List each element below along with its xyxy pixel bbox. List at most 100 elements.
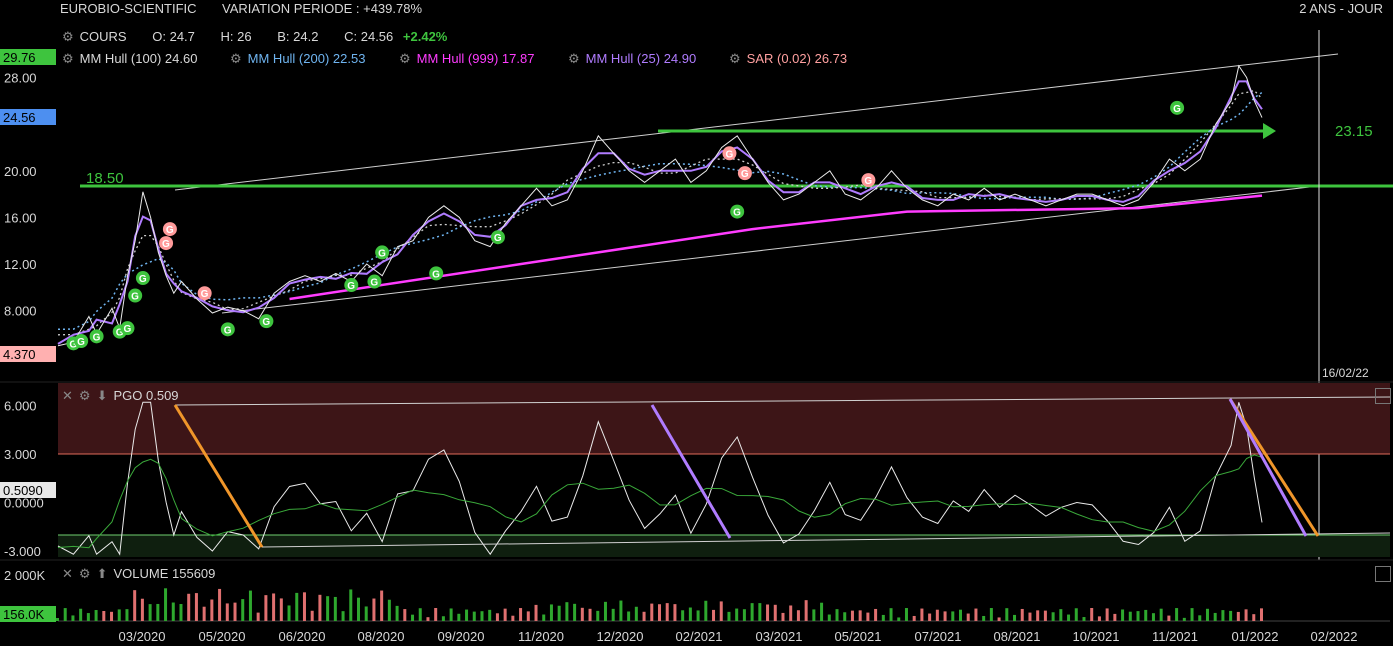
gear-icon[interactable]: ⚙ <box>62 51 74 66</box>
gear-icon[interactable]: ⚙ <box>729 51 741 66</box>
legend-name: SAR (0.02) <box>746 51 811 66</box>
volume-bar <box>441 616 445 621</box>
volume-bar <box>719 601 723 621</box>
gear-icon[interactable]: ⚙ <box>399 51 411 66</box>
legend-value: 26.73 <box>814 51 848 66</box>
volume-bar <box>580 607 584 621</box>
volume-bar <box>1013 614 1017 621</box>
x-tick-label: 05/2021 <box>835 629 882 644</box>
gear-icon[interactable]: ⚙ <box>62 29 74 44</box>
volume-bar <box>1020 608 1024 621</box>
volume-bar <box>796 610 800 621</box>
volume-bar <box>549 604 553 621</box>
volume-bar <box>202 606 206 621</box>
x-tick-label: 11/2020 <box>518 629 564 644</box>
volume-bar <box>295 592 299 621</box>
legend-name: MM Hull (999) <box>416 51 499 66</box>
volume-bar <box>63 608 67 621</box>
x-tick-label: 08/2020 <box>358 629 405 644</box>
volume-bar <box>565 602 569 621</box>
price-tick-label: 8.000 <box>4 304 37 319</box>
signal-marker-letter: G <box>494 233 502 244</box>
volume-bar <box>935 609 939 621</box>
volume-bar <box>843 612 847 621</box>
volume-bar <box>86 613 90 621</box>
volume-bar <box>603 601 607 621</box>
price-chart[interactable]: G G G G GGGGGGGGG GGGGGGGGG 28.0020.0016.0012… <box>0 0 1393 646</box>
volume-bar <box>1036 610 1040 621</box>
volume-bar <box>318 594 322 621</box>
volume-bar <box>511 615 515 621</box>
volume-bar <box>750 603 754 621</box>
volume-expand-button[interactable] <box>1375 566 1391 582</box>
volume-bar <box>557 605 561 621</box>
volume-bar <box>380 590 384 621</box>
close-label: C: <box>344 29 358 44</box>
legend-hull-999[interactable]: ⚙ MM Hull (999) 17.87 <box>399 51 534 67</box>
volume-bar <box>727 611 731 621</box>
arrow-up-icon[interactable]: ⬆ <box>97 566 108 581</box>
volume-bar <box>272 593 276 621</box>
x-tick-label: 12/2020 <box>597 629 644 644</box>
volume-bar <box>171 602 175 621</box>
volume-bar <box>1221 610 1225 621</box>
volume-bar <box>94 610 98 621</box>
volume-bar <box>881 614 885 621</box>
volume-bar <box>179 604 183 621</box>
gear-icon[interactable]: ⚙ <box>79 388 91 403</box>
gear-icon[interactable]: ⚙ <box>230 51 242 66</box>
volume-bar <box>696 610 700 621</box>
volume-bar <box>534 604 538 621</box>
volume-bar <box>1005 608 1009 621</box>
legend-value: 22.53 <box>332 51 366 66</box>
volume-bar <box>858 610 862 621</box>
volume-bar <box>279 598 283 621</box>
x-tick-label: 05/2020 <box>199 629 246 644</box>
x-tick-label: 02/2022 <box>1311 629 1358 644</box>
legend-value: 17.87 <box>501 51 535 66</box>
gear-icon[interactable]: ⚙ <box>568 51 580 66</box>
volume-bar <box>874 608 878 621</box>
period-selector[interactable]: 2 ANS - JOUR <box>1299 1 1383 16</box>
legend-value: 24.60 <box>164 51 198 66</box>
volume-bar <box>596 610 600 621</box>
gear-icon[interactable]: ⚙ <box>79 566 91 581</box>
x-tick-label: 07/2021 <box>915 629 962 644</box>
close-icon[interactable]: ✕ <box>62 566 73 581</box>
series-hull-999 <box>289 194 1263 301</box>
signal-marker-letter: G <box>93 332 101 343</box>
series-cours <box>57 64 1263 347</box>
price-tick-label: 16.00 <box>4 210 37 225</box>
volume-bar <box>210 599 214 621</box>
volume-bar <box>1190 608 1194 621</box>
volume-bar <box>102 611 106 621</box>
legend-hull-100[interactable]: ⚙ MM Hull (100) 24.60 <box>62 51 197 67</box>
volume-bar <box>457 613 461 621</box>
channel-upper-line <box>174 53 1339 191</box>
volume-bar <box>465 609 469 621</box>
volume-bar <box>526 611 530 621</box>
pgo-expand-button[interactable] <box>1375 388 1391 404</box>
volume-bar <box>79 608 83 621</box>
price-tick-label: 28.00 <box>4 71 37 86</box>
volume-bar <box>372 598 376 621</box>
volume-bar <box>1067 614 1071 621</box>
volume-bar <box>1151 613 1155 621</box>
legend-hull-200[interactable]: ⚙ MM Hull (200) 22.53 <box>230 51 365 67</box>
volume-bar <box>904 608 908 621</box>
legend-sar[interactable]: ⚙ SAR (0.02) 26.73 <box>729 51 847 67</box>
legend-hull-25[interactable]: ⚙ MM Hull (25) 24.90 <box>568 51 696 67</box>
close-icon[interactable]: ✕ <box>62 388 73 403</box>
volume-bar <box>1213 612 1217 621</box>
volume-bar <box>488 609 492 621</box>
arrow-down-icon[interactable]: ⬇ <box>97 388 108 403</box>
signal-marker-letter: G <box>166 225 174 236</box>
pgo-tick-label: 3.000 <box>4 447 37 462</box>
open-label: O: <box>152 29 166 44</box>
volume-bar <box>233 602 237 621</box>
volume-top-tick: 2 000K <box>4 568 46 583</box>
signal-marker-letter: G <box>139 274 147 285</box>
close-value: 24.56 <box>360 29 394 44</box>
volume-bar <box>418 608 422 621</box>
volume-bar <box>333 596 337 621</box>
